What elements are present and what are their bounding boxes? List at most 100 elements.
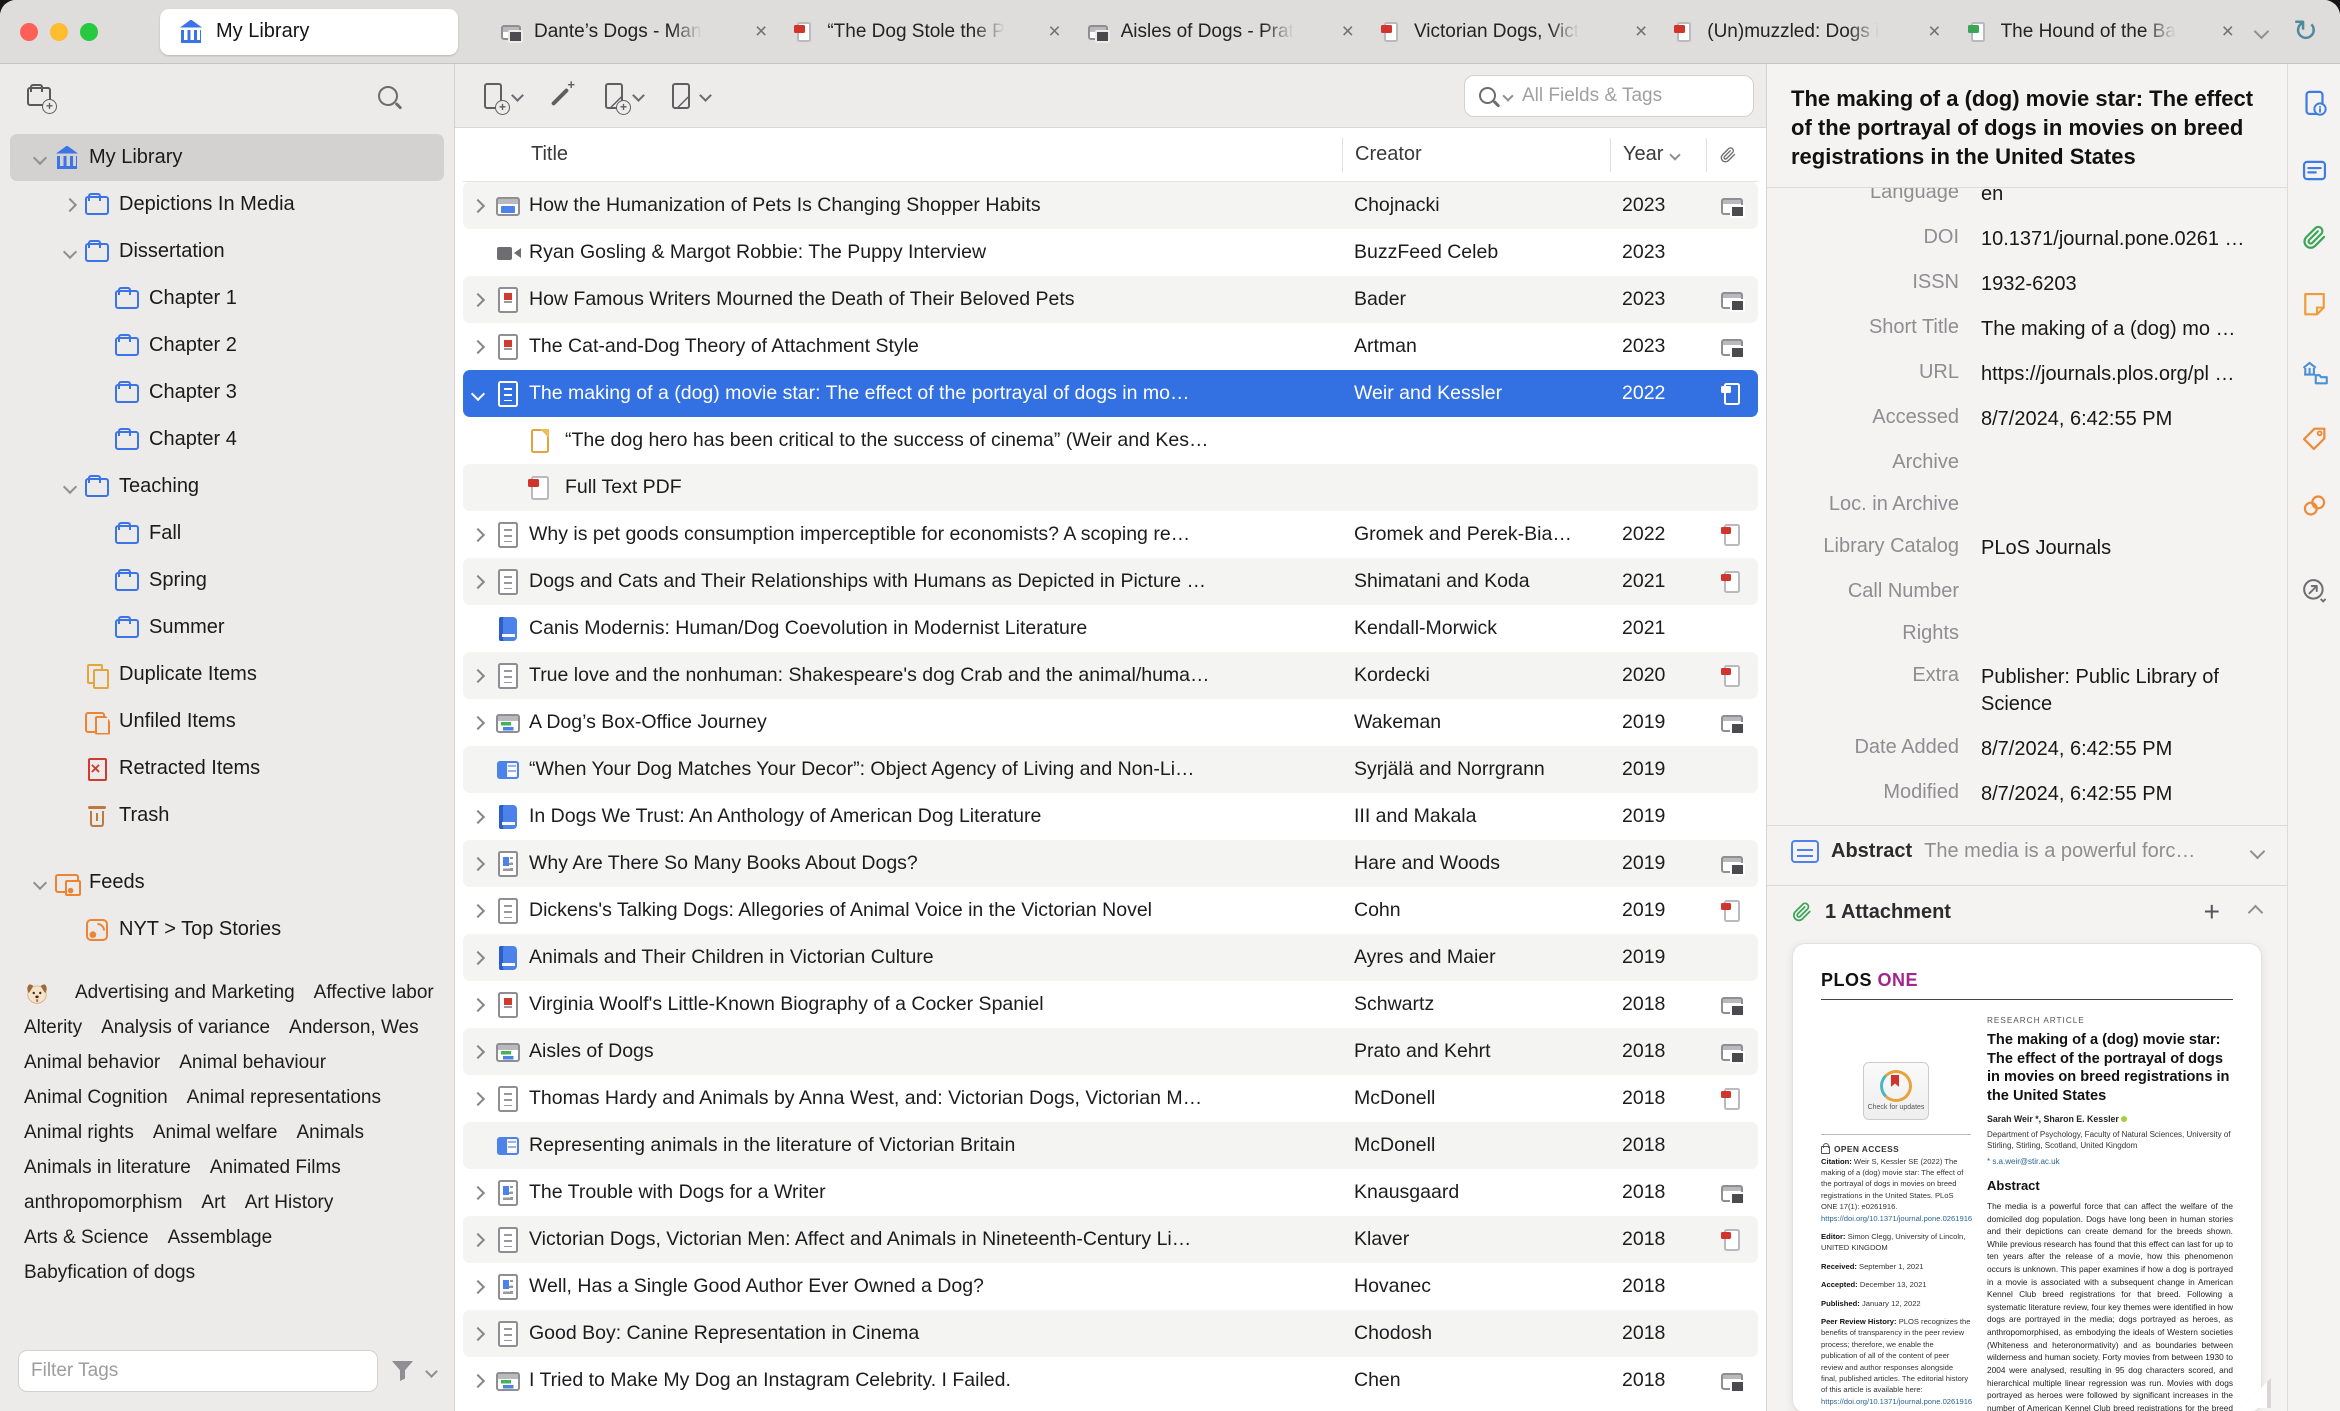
reader-tab[interactable]: (Un)muzzled: Dogs i × xyxy=(1659,0,1952,63)
expand-chevron-icon[interactable] xyxy=(473,523,483,546)
table-row[interactable]: I Tried to Make My Dog an Instagram Cele… xyxy=(463,1357,1758,1404)
new-item-button[interactable] xyxy=(477,80,524,115)
reader-tab[interactable]: Dante’s Dogs - Man × xyxy=(486,0,779,63)
table-row[interactable]: Thomas Hardy and Animals by Anna West, a… xyxy=(463,1075,1758,1122)
sidebar-item[interactable]: Teaching xyxy=(10,463,444,510)
expand-chevron-icon[interactable] xyxy=(473,805,483,828)
expand-chevron-icon[interactable] xyxy=(32,150,48,165)
table-row[interactable]: A Dog’s Box-Office Journey Wakeman 2019 xyxy=(463,699,1758,746)
sidebar-item[interactable]: Chapter 3 xyxy=(10,369,444,416)
expand-chevron-icon[interactable] xyxy=(473,711,483,734)
zoom-window-button[interactable] xyxy=(80,22,98,41)
field-value[interactable]: 8/7/2024, 6:42:55 PM xyxy=(1981,736,2263,763)
expand-chevron-icon[interactable] xyxy=(473,570,483,593)
abstract-icon[interactable] xyxy=(2301,157,2328,184)
table-row[interactable]: Ryan Gosling & Margot Robbie: The Puppy … xyxy=(463,229,1758,276)
expand-chevron-icon[interactable] xyxy=(473,946,483,969)
table-row[interactable]: Why is pet goods consumption imperceptib… xyxy=(463,511,1758,558)
tag-item[interactable]: Animal rights xyxy=(24,1115,134,1150)
libraries-collections-icon[interactable] xyxy=(2301,358,2328,385)
table-row[interactable]: Why Are There So Many Books About Dogs? … xyxy=(463,840,1758,887)
tab-my-library[interactable]: My Library xyxy=(160,8,458,55)
collection-search-icon[interactable] xyxy=(378,86,398,106)
table-row[interactable]: The Trouble with Dogs for a Writer Knaus… xyxy=(463,1169,1758,1216)
sidebar-item[interactable]: Feeds xyxy=(10,859,444,906)
info-icon[interactable] xyxy=(2301,90,2328,117)
expand-chevron-icon[interactable] xyxy=(473,335,483,358)
tag-item[interactable]: Animal behaviour xyxy=(179,1045,326,1080)
add-attachment-plus-icon[interactable]: + xyxy=(2204,898,2220,926)
field-value[interactable]: 8/7/2024, 6:42:55 PM xyxy=(1981,406,2263,433)
sidebar-item[interactable]: Fall xyxy=(10,510,444,557)
sidebar-item[interactable]: Chapter 1 xyxy=(10,275,444,322)
table-row[interactable]: The making of a (dog) movie star: The ef… xyxy=(463,370,1758,417)
collapse-chevron-icon[interactable] xyxy=(2249,843,2266,860)
tag-item[interactable]: Animated Films xyxy=(210,1150,341,1185)
tab-overflow-chevron-icon[interactable] xyxy=(2253,23,2270,40)
table-row[interactable]: True love and the nonhuman: Shakespeare'… xyxy=(463,652,1758,699)
tag-filter-chevron-icon[interactable] xyxy=(425,1364,438,1378)
sidebar-item[interactable]: Depictions In Media xyxy=(10,181,444,228)
table-row[interactable]: Virginia Woolf's Little-Known Biography … xyxy=(463,981,1758,1028)
expand-chevron-icon[interactable] xyxy=(62,197,78,212)
tag-item[interactable]: Animal welfare xyxy=(153,1115,278,1150)
table-row[interactable]: “The dog hero has been critical to the s… xyxy=(463,417,1758,464)
tag-item[interactable]: Anderson, Wes xyxy=(289,1010,419,1045)
tag-item[interactable]: Animal behavior xyxy=(24,1045,160,1080)
expand-chevron-icon[interactable] xyxy=(473,1040,483,1063)
expand-chevron-icon[interactable] xyxy=(473,852,483,875)
sidebar-item[interactable]: NYT > Top Stories xyxy=(10,906,444,953)
close-tab-icon[interactable]: × xyxy=(755,20,767,44)
expand-chevron-icon[interactable] xyxy=(473,993,483,1016)
table-row[interactable]: The Cat-and-Dog Theory of Attachment Sty… xyxy=(463,323,1758,370)
tag-item[interactable]: Arts & Science xyxy=(24,1220,149,1255)
field-value[interactable]: https://journals.plos.org/pl … xyxy=(1981,361,2263,388)
expand-chevron-icon[interactable] xyxy=(473,288,483,311)
minimize-window-button[interactable] xyxy=(50,22,68,41)
sidebar-item[interactable]: My Library xyxy=(10,134,444,181)
items-search-box[interactable] xyxy=(1464,74,1754,117)
expand-chevron-icon[interactable] xyxy=(32,875,48,890)
attachments-icon[interactable] xyxy=(2301,224,2328,251)
sidebar-item[interactable]: Dissertation xyxy=(10,228,444,275)
tag-item[interactable]: Animals xyxy=(296,1115,364,1150)
sidebar-item[interactable]: Spring xyxy=(10,557,444,604)
column-header-attachment[interactable] xyxy=(1706,137,1758,172)
table-row[interactable]: How Famous Writers Mourned the Death of … xyxy=(463,276,1758,323)
sidebar-item[interactable]: Chapter 2 xyxy=(10,322,444,369)
field-value[interactable] xyxy=(1981,622,2263,646)
expand-chevron-icon[interactable] xyxy=(473,899,483,922)
field-value[interactable]: Publisher: Public Library of Science xyxy=(1981,664,2263,718)
expand-chevron-icon[interactable] xyxy=(473,382,483,405)
sidebar-item[interactable]: Retracted Items xyxy=(10,745,444,792)
table-row[interactable]: How the Humanization of Pets Is Changing… xyxy=(463,182,1758,229)
reader-tab[interactable]: Victorian Dogs, Vict × xyxy=(1366,0,1659,63)
table-row[interactable]: “When Your Dog Matches Your Decor”: Obje… xyxy=(463,746,1758,793)
tag-item[interactable]: Alterity xyxy=(24,1010,82,1045)
tag-item[interactable]: anthropomorphism xyxy=(24,1185,182,1220)
tag-item[interactable]: Art xyxy=(201,1185,225,1220)
field-value[interactable]: The making of a (dog) mo … xyxy=(1981,316,2263,343)
field-value[interactable] xyxy=(1981,493,2263,517)
expand-chevron-icon[interactable] xyxy=(473,1228,483,1251)
add-by-identifier-icon[interactable] xyxy=(544,77,576,112)
close-tab-icon[interactable]: × xyxy=(1342,20,1354,44)
new-note-button[interactable] xyxy=(665,80,712,112)
tag-item[interactable] xyxy=(24,975,56,1010)
close-tab-icon[interactable]: × xyxy=(1635,20,1647,44)
table-row[interactable]: Animals and Their Children in Victorian … xyxy=(463,934,1758,981)
table-row[interactable]: Well, Has a Single Good Author Ever Owne… xyxy=(463,1263,1758,1310)
tag-item[interactable]: Assemblage xyxy=(168,1220,273,1255)
table-row[interactable]: Dogs and Cats and Their Relationships wi… xyxy=(463,558,1758,605)
column-header-year[interactable]: Year xyxy=(1610,137,1706,172)
expand-chevron-icon[interactable] xyxy=(473,1322,483,1345)
reader-tab[interactable]: Aisles of Dogs - Prat × xyxy=(1073,0,1366,63)
expand-chevron-icon[interactable] xyxy=(62,244,78,259)
new-collection-icon[interactable] xyxy=(24,81,57,114)
sync-icon[interactable]: ↻ xyxy=(2293,16,2318,47)
sidebar-item[interactable]: Trash xyxy=(10,792,444,839)
tag-item[interactable]: Advertising and Marketing xyxy=(75,975,295,1010)
table-row[interactable]: Full Text PDF xyxy=(463,464,1758,511)
column-header-creator[interactable]: Creator xyxy=(1342,137,1610,172)
tag-item[interactable]: Analysis of variance xyxy=(101,1010,270,1045)
